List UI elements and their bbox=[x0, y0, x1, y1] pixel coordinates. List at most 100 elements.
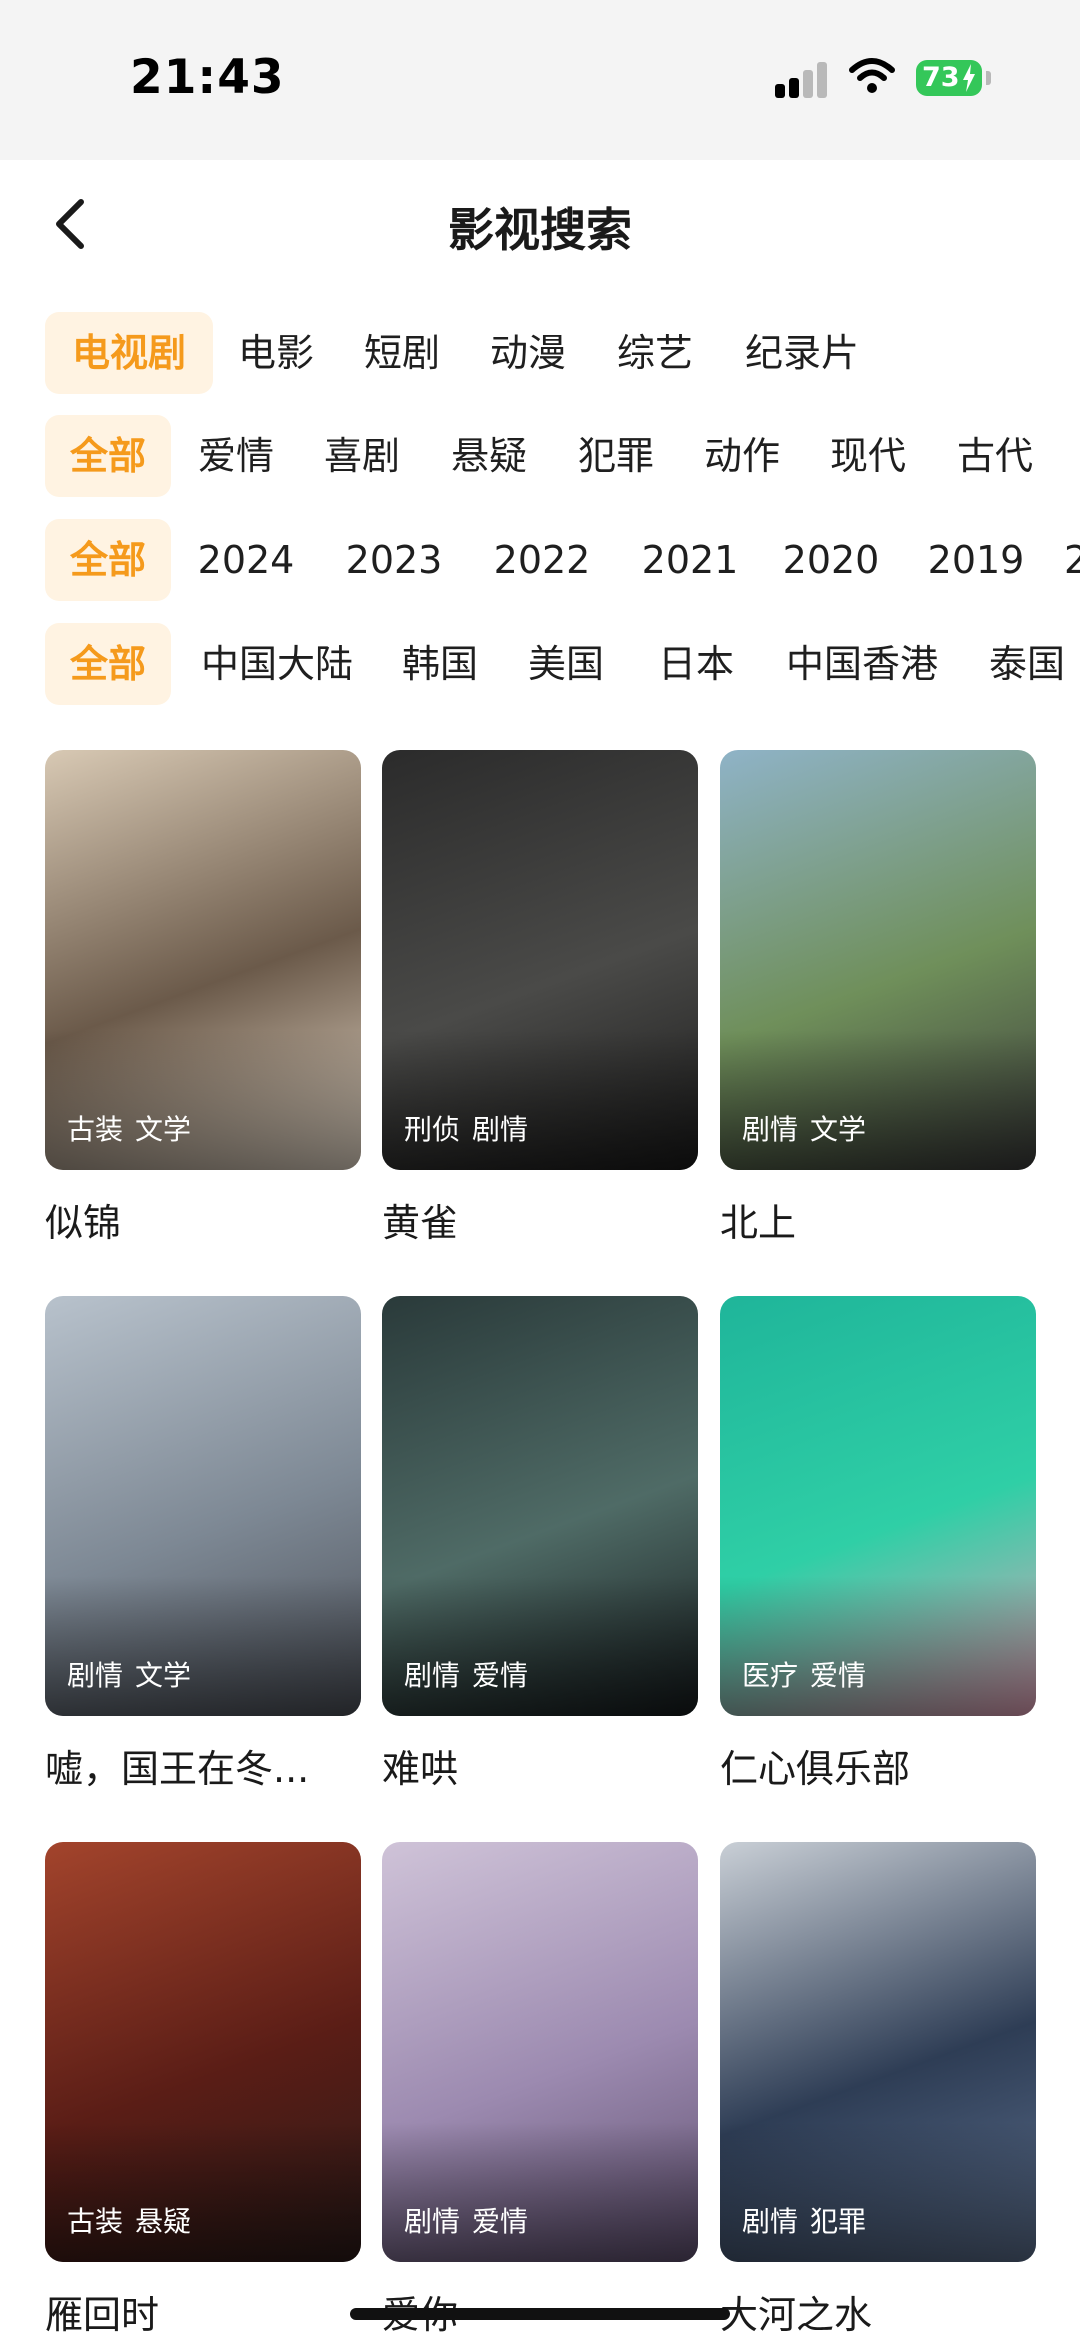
tag: 剧情 bbox=[742, 2205, 799, 2238]
tag: 文学 bbox=[135, 1659, 192, 1692]
poster-tags: 刑侦 剧情 bbox=[404, 1108, 528, 1148]
status-time: 21:43 bbox=[130, 50, 285, 105]
filter-type-variety[interactable]: 综艺 bbox=[605, 312, 705, 394]
poster-shade bbox=[45, 2122, 361, 2262]
filter-row-region: 全部 中国大陆 韩国 美国 日本 中国香港 泰国 bbox=[0, 623, 1080, 705]
poster-tags: 剧情 犯罪 bbox=[742, 2200, 866, 2240]
filter-row-type: 电视剧 电影 短剧 动漫 综艺 纪录片 bbox=[0, 312, 1080, 394]
filter-genre-action[interactable]: 动作 bbox=[692, 415, 792, 497]
tag: 爱情 bbox=[810, 1659, 867, 1692]
filter-region-mainland[interactable]: 中国大陆 bbox=[192, 623, 362, 705]
filter-type-documentary[interactable]: 纪录片 bbox=[732, 312, 872, 394]
filter-year-2024[interactable]: 2024 bbox=[186, 519, 306, 601]
tag: 剧情 bbox=[742, 1113, 799, 1146]
card-title: 嘘，国王在冬... bbox=[45, 1747, 310, 1791]
tag: 剧情 bbox=[67, 1659, 124, 1692]
filter-region-korea[interactable]: 韩国 bbox=[390, 623, 490, 705]
filter-region-thailand[interactable]: 泰国 bbox=[977, 623, 1077, 705]
filter-region-hongkong[interactable]: 中国香港 bbox=[777, 623, 947, 705]
filter-year-2019[interactable]: 2019 bbox=[916, 519, 1036, 601]
poster-shade bbox=[720, 2122, 1036, 2262]
tag: 文学 bbox=[135, 1113, 192, 1146]
tag: 古装 bbox=[67, 2205, 124, 2238]
poster-image: 刑侦 剧情 bbox=[382, 750, 698, 1170]
tag: 犯罪 bbox=[810, 2205, 867, 2238]
poster-image: 剧情 文学 bbox=[720, 750, 1036, 1170]
filter-genre-comedy[interactable]: 喜剧 bbox=[312, 415, 412, 497]
card-title: 黄雀 bbox=[382, 1201, 459, 1245]
wifi-icon bbox=[849, 58, 895, 93]
charging-bolt-icon bbox=[963, 64, 975, 92]
filter-type-anime[interactable]: 动漫 bbox=[478, 312, 578, 394]
home-indicator[interactable] bbox=[350, 2308, 730, 2320]
filter-year-all[interactable]: 全部 bbox=[45, 519, 171, 601]
poster-image: 医疗 爱情 bbox=[720, 1296, 1036, 1716]
poster-tags: 剧情 文学 bbox=[742, 1108, 866, 1148]
media-card[interactable]: 剧情爱情 爱你 bbox=[382, 1842, 698, 2339]
media-card[interactable]: 剧情 文学 嘘，国王在冬... bbox=[45, 1296, 361, 1793]
card-title: 大河之水 bbox=[720, 2293, 873, 2337]
filter-genre-crime[interactable]: 犯罪 bbox=[566, 415, 666, 497]
tag: 文学 bbox=[810, 1113, 867, 1146]
header: 影视搜索 bbox=[0, 160, 1080, 290]
page-title: 影视搜索 bbox=[448, 203, 632, 257]
tag: 剧情 bbox=[404, 2205, 461, 2238]
filter-genre-all[interactable]: 全部 bbox=[45, 415, 171, 497]
filter-year-2021[interactable]: 2021 bbox=[630, 519, 750, 601]
poster-shade bbox=[720, 1576, 1036, 1716]
media-card[interactable]: 古装 文学 似锦 bbox=[45, 750, 361, 1247]
tag: 剧情 bbox=[404, 1659, 461, 1692]
filter-year-more[interactable]: 2 bbox=[1064, 519, 1080, 601]
battery-indicator: 73 bbox=[916, 60, 982, 96]
filter-genre-suspense[interactable]: 悬疑 bbox=[439, 415, 539, 497]
media-card[interactable]: 古装 悬疑 雁回时 bbox=[45, 1842, 361, 2339]
poster-shade bbox=[45, 1576, 361, 1716]
poster-tags: 医疗 爱情 bbox=[742, 1654, 866, 1694]
poster-tags: 剧情 爱情 bbox=[404, 2200, 528, 2240]
status-bar: 21:43 73 bbox=[0, 0, 1080, 160]
filter-region-usa[interactable]: 美国 bbox=[516, 623, 616, 705]
filter-region-all[interactable]: 全部 bbox=[45, 623, 171, 705]
filter-year-2022[interactable]: 2022 bbox=[482, 519, 602, 601]
poster-tags: 古装 悬疑 bbox=[67, 2200, 191, 2240]
tag: 悬疑 bbox=[135, 2205, 192, 2238]
poster-tags: 剧情 文学 bbox=[67, 1654, 191, 1694]
filter-genre-romance[interactable]: 爱情 bbox=[186, 415, 286, 497]
filter-type-movie[interactable]: 电影 bbox=[226, 312, 326, 394]
poster-image: 剧情 爱情 bbox=[382, 1842, 698, 2262]
poster-tags: 古装 文学 bbox=[67, 1108, 191, 1148]
media-card[interactable]: 剧情 爱情 难哄 bbox=[382, 1296, 698, 1793]
poster-image: 剧情 文学 bbox=[45, 1296, 361, 1716]
cellular-signal-icon bbox=[775, 62, 831, 98]
filter-genre-modern[interactable]: 现代 bbox=[818, 415, 918, 497]
card-title: 仁心俱乐部 bbox=[720, 1747, 911, 1791]
poster-shade bbox=[45, 1030, 361, 1170]
filter-type-tv[interactable]: 电视剧 bbox=[45, 312, 213, 394]
poster-image: 剧情 犯罪 bbox=[720, 1842, 1036, 2262]
tag: 爱情 bbox=[472, 1659, 529, 1692]
poster-shade bbox=[382, 2122, 698, 2262]
media-card[interactable]: 剧情 文学 北上 bbox=[720, 750, 1036, 1247]
poster-shade bbox=[720, 1030, 1036, 1170]
tag: 剧情 bbox=[472, 1113, 529, 1146]
poster-image: 古装 悬疑 bbox=[45, 1842, 361, 2262]
tag: 医疗 bbox=[742, 1659, 799, 1692]
battery-cap bbox=[986, 71, 991, 85]
filter-region-japan[interactable]: 日本 bbox=[646, 623, 746, 705]
filter-type-short[interactable]: 短剧 bbox=[352, 312, 452, 394]
poster-shade bbox=[382, 1576, 698, 1716]
filter-year-2023[interactable]: 2023 bbox=[334, 519, 454, 601]
filter-year-2020[interactable]: 2020 bbox=[771, 519, 891, 601]
media-card[interactable]: 刑侦 剧情 黄雀 bbox=[382, 750, 698, 1247]
media-card[interactable]: 医疗 爱情 仁心俱乐部 bbox=[720, 1296, 1036, 1793]
card-title: 似锦 bbox=[45, 1201, 122, 1245]
poster-image: 古装 文学 bbox=[45, 750, 361, 1170]
tag: 刑侦 bbox=[404, 1113, 461, 1146]
card-title: 难哄 bbox=[382, 1747, 459, 1791]
poster-shade bbox=[382, 1030, 698, 1170]
media-card[interactable]: 剧情 犯罪 大河之水 bbox=[720, 1842, 1036, 2339]
filter-genre-ancient[interactable]: 古代 bbox=[945, 415, 1045, 497]
tag: 爱情 bbox=[472, 2205, 529, 2238]
filter-row-year: 全部 2024 2023 2022 2021 2020 2019 2 bbox=[0, 519, 1080, 601]
filter-row-genre: 全部 爱情 喜剧 悬疑 犯罪 动作 现代 古代 bbox=[0, 415, 1080, 497]
